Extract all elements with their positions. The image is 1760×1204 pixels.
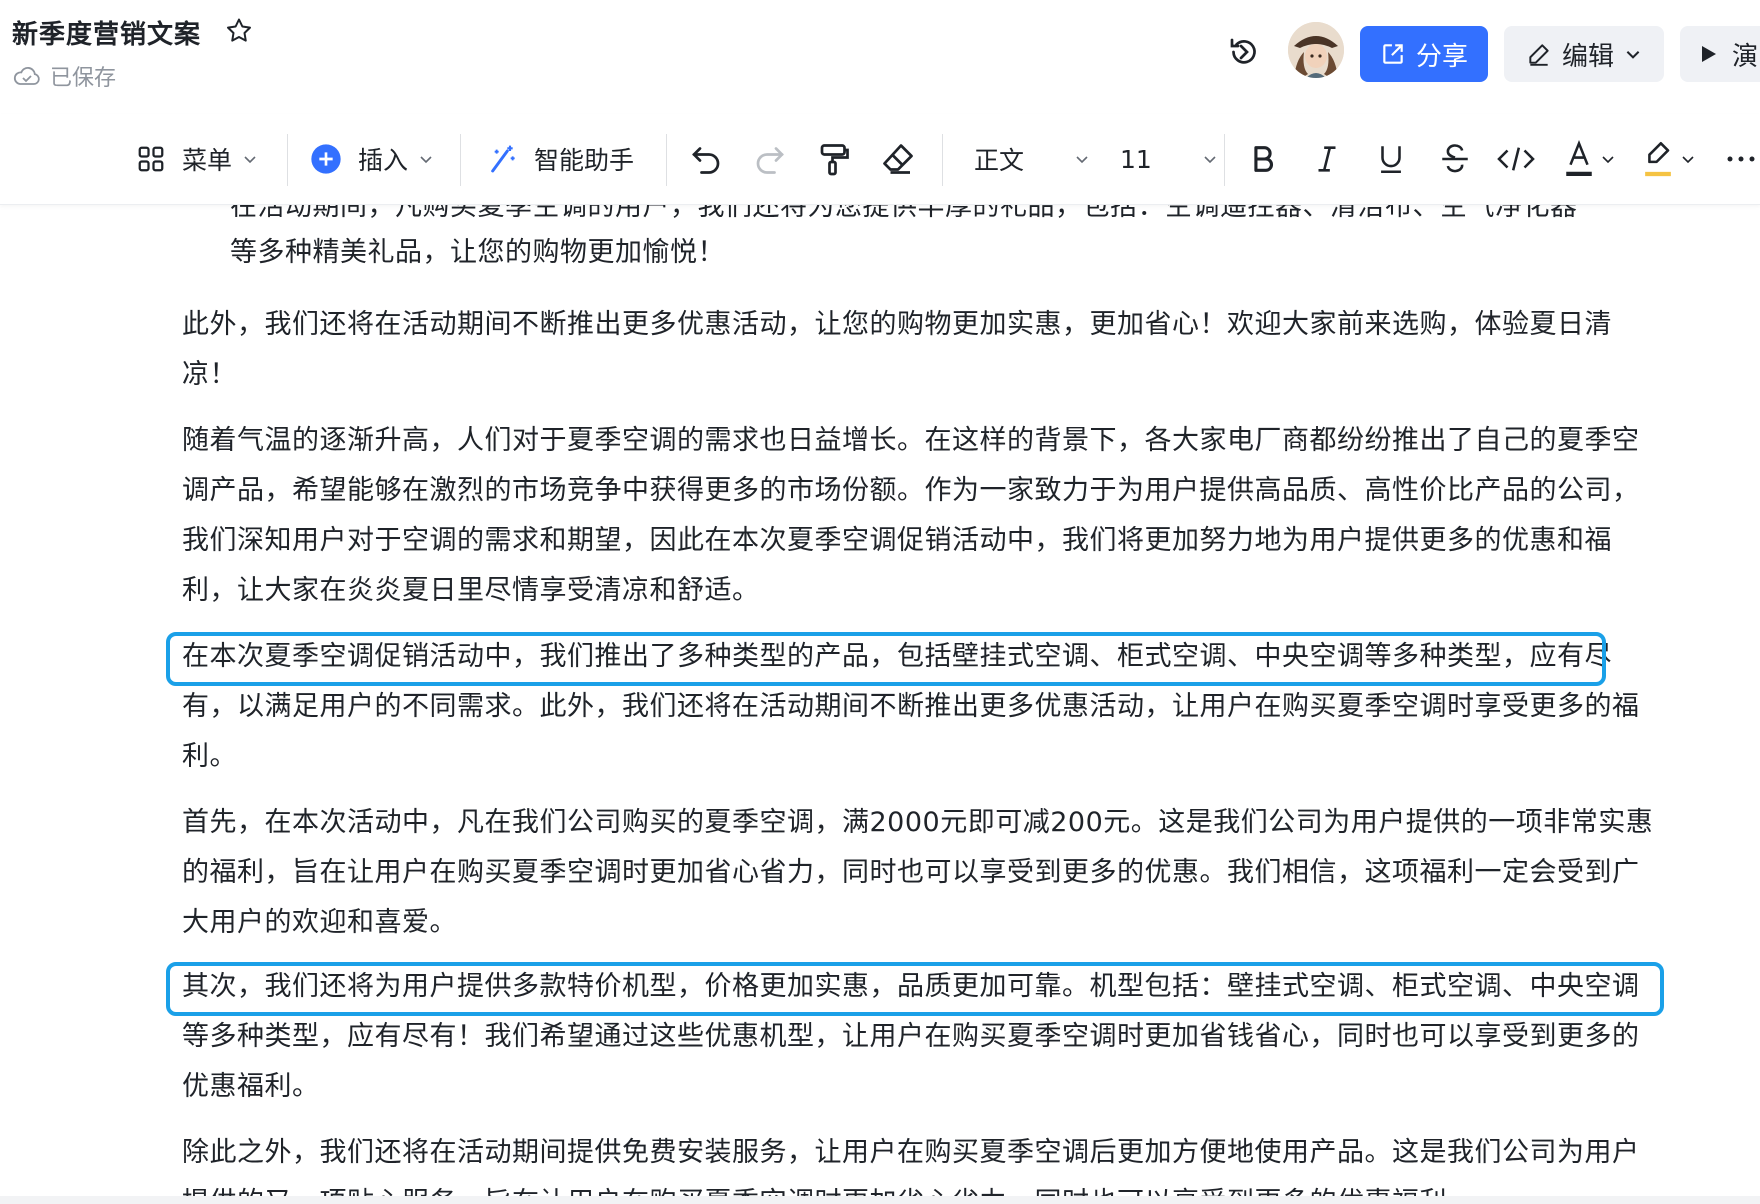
star-icon[interactable] bbox=[224, 16, 254, 46]
share-icon bbox=[1383, 44, 1403, 64]
toolbar-divider bbox=[1224, 134, 1225, 186]
toolbar-divider bbox=[287, 134, 288, 186]
ai-assistant-label: 智能助手 bbox=[534, 146, 635, 175]
text-style-select[interactable]: 正文 bbox=[974, 114, 1090, 204]
toolbar-divider bbox=[460, 134, 461, 186]
chevron-down-icon bbox=[244, 156, 256, 164]
toolbar-divider bbox=[942, 134, 943, 186]
highlight-box bbox=[166, 962, 1664, 1016]
redo-button[interactable] bbox=[752, 114, 788, 204]
cloud-check-icon bbox=[13, 66, 40, 85]
underline-icon bbox=[1381, 146, 1401, 174]
bold-icon bbox=[1254, 146, 1273, 172]
share-button[interactable]: 分享 bbox=[1360, 26, 1488, 82]
play-icon bbox=[1702, 46, 1716, 62]
more-icon bbox=[1727, 156, 1755, 162]
ai-assistant-button[interactable]: 智能助手 bbox=[486, 114, 634, 204]
paragraph[interactable]: 除此之外，我们还将在活动期间提供免费安装服务，让用户在购买夏季空调后更加方便地使… bbox=[182, 1128, 1654, 1204]
inline-code-button[interactable] bbox=[1496, 114, 1536, 204]
plus-circle-icon bbox=[311, 144, 341, 174]
paragraph[interactable]: 首先，在本次活动中，凡在我们公司购买的夏季空调，满2000元即可减200元。这是… bbox=[182, 798, 1654, 948]
text-color-button[interactable] bbox=[1562, 114, 1616, 204]
formatting-toolbar: 菜单 插入 智能助手 正文 11 bbox=[0, 114, 1760, 205]
bold-button[interactable] bbox=[1246, 114, 1280, 204]
highlight-box bbox=[166, 632, 1606, 686]
grid-icon bbox=[138, 146, 164, 172]
italic-icon bbox=[1318, 146, 1336, 172]
strikethrough-icon bbox=[1442, 144, 1468, 173]
chevron-down-icon bbox=[1682, 156, 1694, 164]
eraser-icon bbox=[883, 144, 913, 174]
paragraph[interactable]: 随着气温的逐渐升高，人们对于夏季空调的需求也日益增长。在这样的背景下，各大家电厂… bbox=[182, 416, 1654, 616]
list-item-tail[interactable]: 等多种精美礼品，让您的购物更加愉悦！ bbox=[230, 228, 1670, 278]
document-title[interactable]: 新季度营销文案 bbox=[12, 14, 201, 51]
chevron-down-icon bbox=[1602, 156, 1614, 164]
save-status: 已保存 bbox=[12, 60, 116, 92]
menu-button[interactable]: 菜单 bbox=[136, 114, 258, 204]
insert-label: 插入 bbox=[358, 146, 409, 175]
toolbar-divider bbox=[666, 134, 667, 186]
save-status-label: 已保存 bbox=[50, 66, 117, 91]
chevron-down-icon bbox=[1204, 156, 1216, 164]
more-button[interactable] bbox=[1726, 114, 1756, 204]
highlight-color-button[interactable] bbox=[1640, 114, 1696, 204]
underline-button[interactable] bbox=[1374, 114, 1408, 204]
clear-format-button[interactable] bbox=[880, 114, 916, 204]
edit-mode-button[interactable]: 编辑 bbox=[1504, 26, 1664, 82]
history-icon[interactable] bbox=[1226, 34, 1262, 70]
magic-wand-icon bbox=[491, 145, 515, 173]
font-size-select[interactable]: 11 bbox=[1120, 114, 1218, 204]
pencil-icon bbox=[1529, 44, 1549, 66]
document-body[interactable]: 在活动期间，凡购买夏季空调的用户，我们还将为您提供丰厚的礼品，包括：空调遥控器、… bbox=[0, 204, 1760, 1204]
undo-button[interactable] bbox=[688, 114, 724, 204]
redo-icon bbox=[756, 147, 784, 174]
share-label: 分享 bbox=[1415, 41, 1468, 72]
font-size-value: 11 bbox=[1120, 144, 1152, 174]
strikethrough-button[interactable] bbox=[1438, 114, 1472, 204]
present-label: 演 bbox=[1732, 41, 1759, 72]
format-painter-icon bbox=[820, 144, 849, 176]
text-style-value: 正文 bbox=[974, 146, 1025, 175]
undo-icon bbox=[692, 147, 720, 174]
edit-label: 编辑 bbox=[1561, 41, 1614, 72]
format-painter-button[interactable] bbox=[816, 114, 852, 204]
user-avatar[interactable] bbox=[1288, 22, 1344, 78]
italic-button[interactable] bbox=[1310, 114, 1344, 204]
document-header: 新季度营销文案 已保存 分享 编辑 演 bbox=[0, 0, 1760, 115]
menu-label: 菜单 bbox=[182, 146, 233, 175]
chevron-down-icon bbox=[420, 156, 432, 164]
text-color-icon bbox=[1566, 139, 1592, 176]
paragraph[interactable]: 此外，我们还将在活动期间不断推出更多优惠活动，让您的购物更加实惠，更加省心！欢迎… bbox=[182, 300, 1654, 400]
highlighter-icon bbox=[1645, 142, 1671, 177]
chevron-down-icon bbox=[1626, 51, 1640, 59]
chevron-down-icon bbox=[1076, 156, 1088, 164]
insert-button[interactable]: 插入 bbox=[310, 114, 434, 204]
present-button[interactable]: 演 bbox=[1680, 26, 1760, 82]
bottom-edge bbox=[0, 1196, 1760, 1204]
code-icon bbox=[1497, 147, 1535, 171]
